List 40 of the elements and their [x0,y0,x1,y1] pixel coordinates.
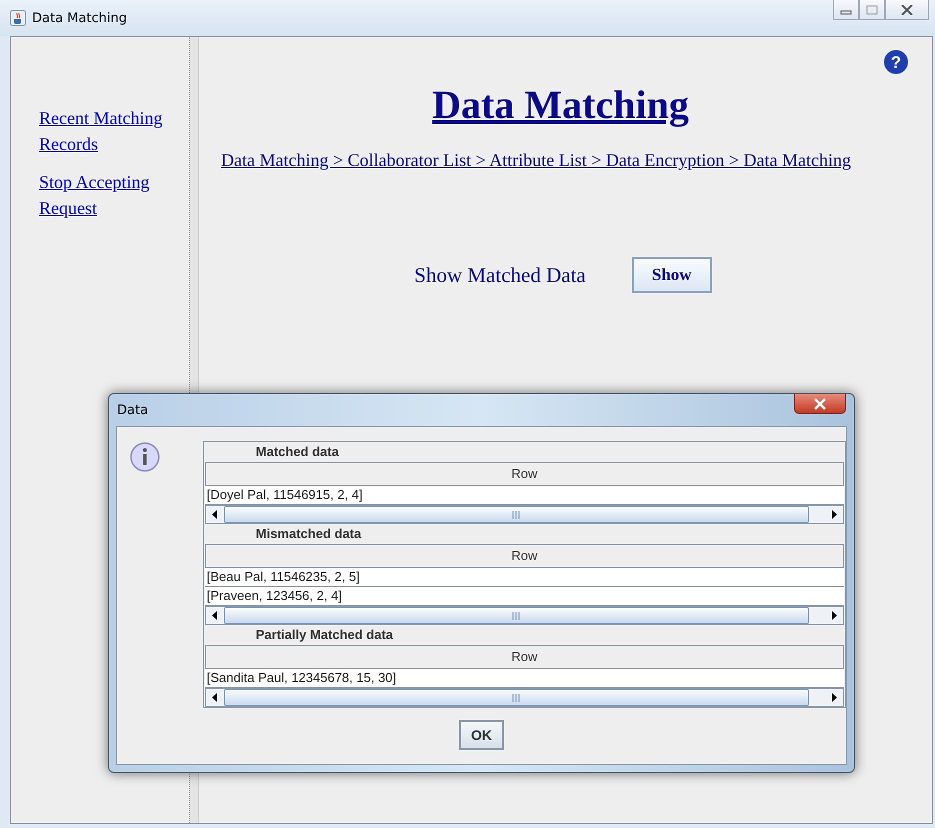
horizontal-scrollbar[interactable] [204,505,844,524]
section-heading: Matched data [254,443,340,461]
window-title: Data Matching [32,10,127,26]
close-button[interactable] [794,394,846,414]
column-header: Row [204,462,844,486]
breadcrumb-link[interactable]: Data Matching > Collaborator List > Attribute List > Data Encryption > Data Matching [221,150,851,171]
horizontal-scrollbar[interactable] [204,606,844,625]
sidebar-link[interactable]: Recent Matching Records [39,105,169,157]
section-heading: Mismatched data [254,525,362,543]
info-icon [129,441,161,473]
show-label: Show Matched Data [414,262,586,288]
sidebar-link[interactable]: Stop Accepting Request [39,169,169,221]
show-button[interactable]: Show [632,257,712,293]
dialog-title: Data [117,402,148,418]
column-header: Row [204,544,844,568]
left-arrow-icon[interactable] [212,611,218,620]
close-button[interactable] [885,0,929,20]
horizontal-scrollbar[interactable] [204,688,844,707]
page-title[interactable]: Data Matching [432,81,689,128]
table-cell: [Doyel Pal, 11546915, 2, 4] [204,486,844,505]
right-arrow-icon[interactable] [831,693,837,702]
left-arrow-icon[interactable] [212,693,218,702]
section-heading: Partially Matched data [254,626,394,644]
minimize-button[interactable] [833,0,859,20]
help-icon[interactable]: ? [883,49,909,75]
table-cell: [Praveen, 123456, 2, 4] [204,587,844,606]
right-arrow-icon[interactable] [831,510,837,519]
close-icon [813,398,827,410]
maximize-icon [866,4,878,14]
grip-icon[interactable] [512,694,520,702]
column-header: Row [204,645,844,669]
right-arrow-icon[interactable] [831,611,837,620]
left-arrow-icon[interactable] [212,510,218,519]
table-cell: [Sandita Paul, 12345678, 15, 30] [204,669,844,688]
coffee-cup-icon [10,10,26,26]
close-icon [901,4,913,14]
grip-icon[interactable] [512,510,520,518]
ok-button[interactable]: OK [459,720,504,750]
table-cell: [Beau Pal, 11546235, 2, 5] [204,568,844,587]
grip-icon[interactable] [512,612,520,620]
